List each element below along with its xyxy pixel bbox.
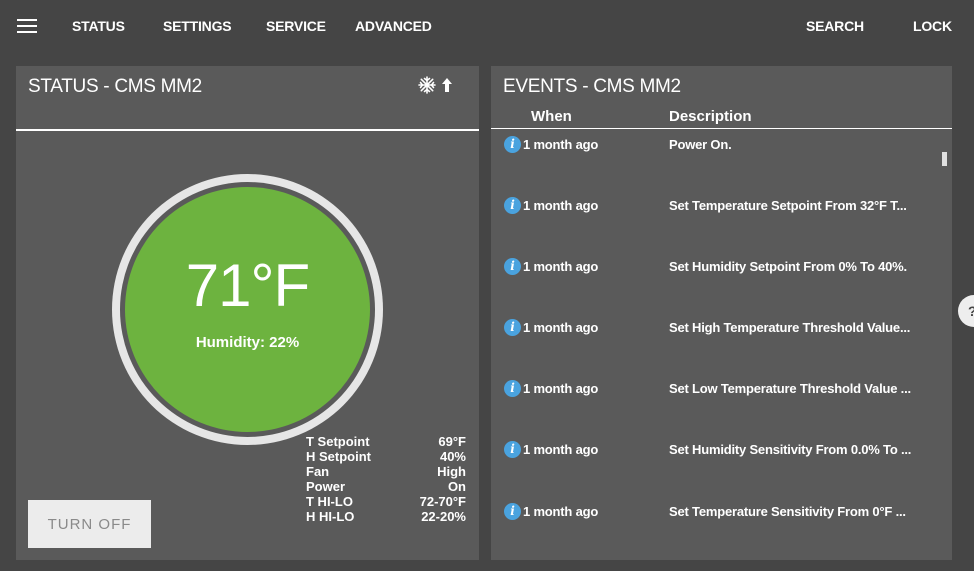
column-header-when[interactable]: When <box>531 108 572 125</box>
stat-label: Fan <box>306 464 330 479</box>
events-divider <box>491 128 952 129</box>
current-temperature: 71°F <box>185 252 310 319</box>
event-row[interactable]: i 1 month ago Set Temperature Setpoint F… <box>491 197 952 227</box>
turn-off-button[interactable]: TURN OFF <box>28 500 151 548</box>
stat-row: T HI-LO 72-70°F <box>306 494 466 509</box>
stat-label: H Setpoint <box>306 449 371 464</box>
info-icon: i <box>504 319 521 336</box>
nav-settings[interactable]: SETTINGS <box>163 18 232 34</box>
event-row[interactable]: i 1 month ago Set Humidity Setpoint From… <box>491 258 952 288</box>
info-icon: i <box>504 380 521 397</box>
info-icon: i <box>504 197 521 214</box>
status-panel-title: STATUS - CMS MM2 <box>28 76 202 97</box>
stat-value: 22-20% <box>421 509 466 524</box>
stat-value: 40% <box>439 449 466 464</box>
event-description: Set High Temperature Threshold Value... <box>669 320 911 335</box>
info-icon: i <box>504 441 521 458</box>
stat-value: On <box>447 479 466 494</box>
events-panel-title: EVENTS - CMS MM2 <box>503 76 681 97</box>
status-stats: T Setpoint 69°F H Setpoint 40% Fan High … <box>306 434 466 524</box>
stat-label: T Setpoint <box>306 434 370 449</box>
event-when: 1 month ago <box>523 320 599 335</box>
event-row[interactable]: i 1 month ago Set Low Temperature Thresh… <box>491 380 952 410</box>
event-description: Set Humidity Setpoint From 0% To 40%. <box>669 259 907 274</box>
stat-row: Fan High <box>306 464 466 479</box>
events-scrollbar[interactable] <box>942 152 947 166</box>
stat-row: H Setpoint 40% <box>306 449 466 464</box>
stat-label: T HI-LO <box>306 494 353 509</box>
stat-row: T Setpoint 69°F <box>306 434 466 449</box>
nav-service[interactable]: SERVICE <box>266 18 326 34</box>
nav-status[interactable]: STATUS <box>72 18 125 34</box>
status-panel: STATUS - CMS MM2 71°F Humidity: 22% T Se… <box>16 66 479 560</box>
event-row[interactable]: i 1 month ago Set Temperature Sensitivit… <box>491 503 952 533</box>
stat-row: Power On <box>306 479 466 494</box>
up-arrow-icon <box>442 78 452 92</box>
info-icon: i <box>504 503 521 520</box>
event-when: 1 month ago <box>523 442 599 457</box>
thermostat-dial: 71°F Humidity: 22% <box>112 174 383 445</box>
event-description: Set Temperature Sensitivity From 0°F ... <box>669 504 906 519</box>
stat-label: H HI-LO <box>306 509 355 524</box>
status-icons <box>418 76 452 94</box>
stat-value: High <box>437 464 466 479</box>
menu-icon[interactable] <box>17 19 37 33</box>
events-panel: EVENTS - CMS MM2 When Description i 1 mo… <box>491 66 952 560</box>
event-row[interactable]: i 1 month ago Set High Temperature Thres… <box>491 319 952 349</box>
info-icon: i <box>504 136 521 153</box>
stat-label: Power <box>306 479 346 494</box>
dial-face: 71°F Humidity: 22% <box>125 187 370 432</box>
event-when: 1 month ago <box>523 504 599 519</box>
status-divider <box>16 129 479 131</box>
nav-advanced[interactable]: ADVANCED <box>355 18 432 34</box>
event-when: 1 month ago <box>523 198 599 213</box>
nav-lock[interactable]: LOCK <box>913 18 952 34</box>
event-description: Set Low Temperature Threshold Value ... <box>669 381 911 396</box>
event-description: Set Temperature Setpoint From 32°F T... <box>669 198 907 213</box>
event-description: Power On. <box>669 137 732 152</box>
top-nav-bar: STATUS SETTINGS SERVICE ADVANCED SEARCH … <box>0 0 974 54</box>
stat-row: H HI-LO 22-20% <box>306 509 466 524</box>
event-row[interactable]: i 1 month ago Set Humidity Sensitivity F… <box>491 441 952 471</box>
current-humidity: Humidity: 22% <box>195 334 300 351</box>
event-description: Set Humidity Sensitivity From 0.0% To ..… <box>669 442 912 457</box>
event-when: 1 month ago <box>523 259 599 274</box>
event-row[interactable]: i 1 month ago Power On. <box>491 136 952 166</box>
info-icon: i <box>504 258 521 275</box>
help-button[interactable]: ? <box>958 295 974 327</box>
snowflake-icon <box>418 76 436 94</box>
event-when: 1 month ago <box>523 137 599 152</box>
event-when: 1 month ago <box>523 381 599 396</box>
stat-value: 69°F <box>438 434 466 449</box>
nav-search[interactable]: SEARCH <box>806 18 864 34</box>
stat-value: 72-70°F <box>419 494 466 509</box>
column-header-description[interactable]: Description <box>669 108 752 125</box>
